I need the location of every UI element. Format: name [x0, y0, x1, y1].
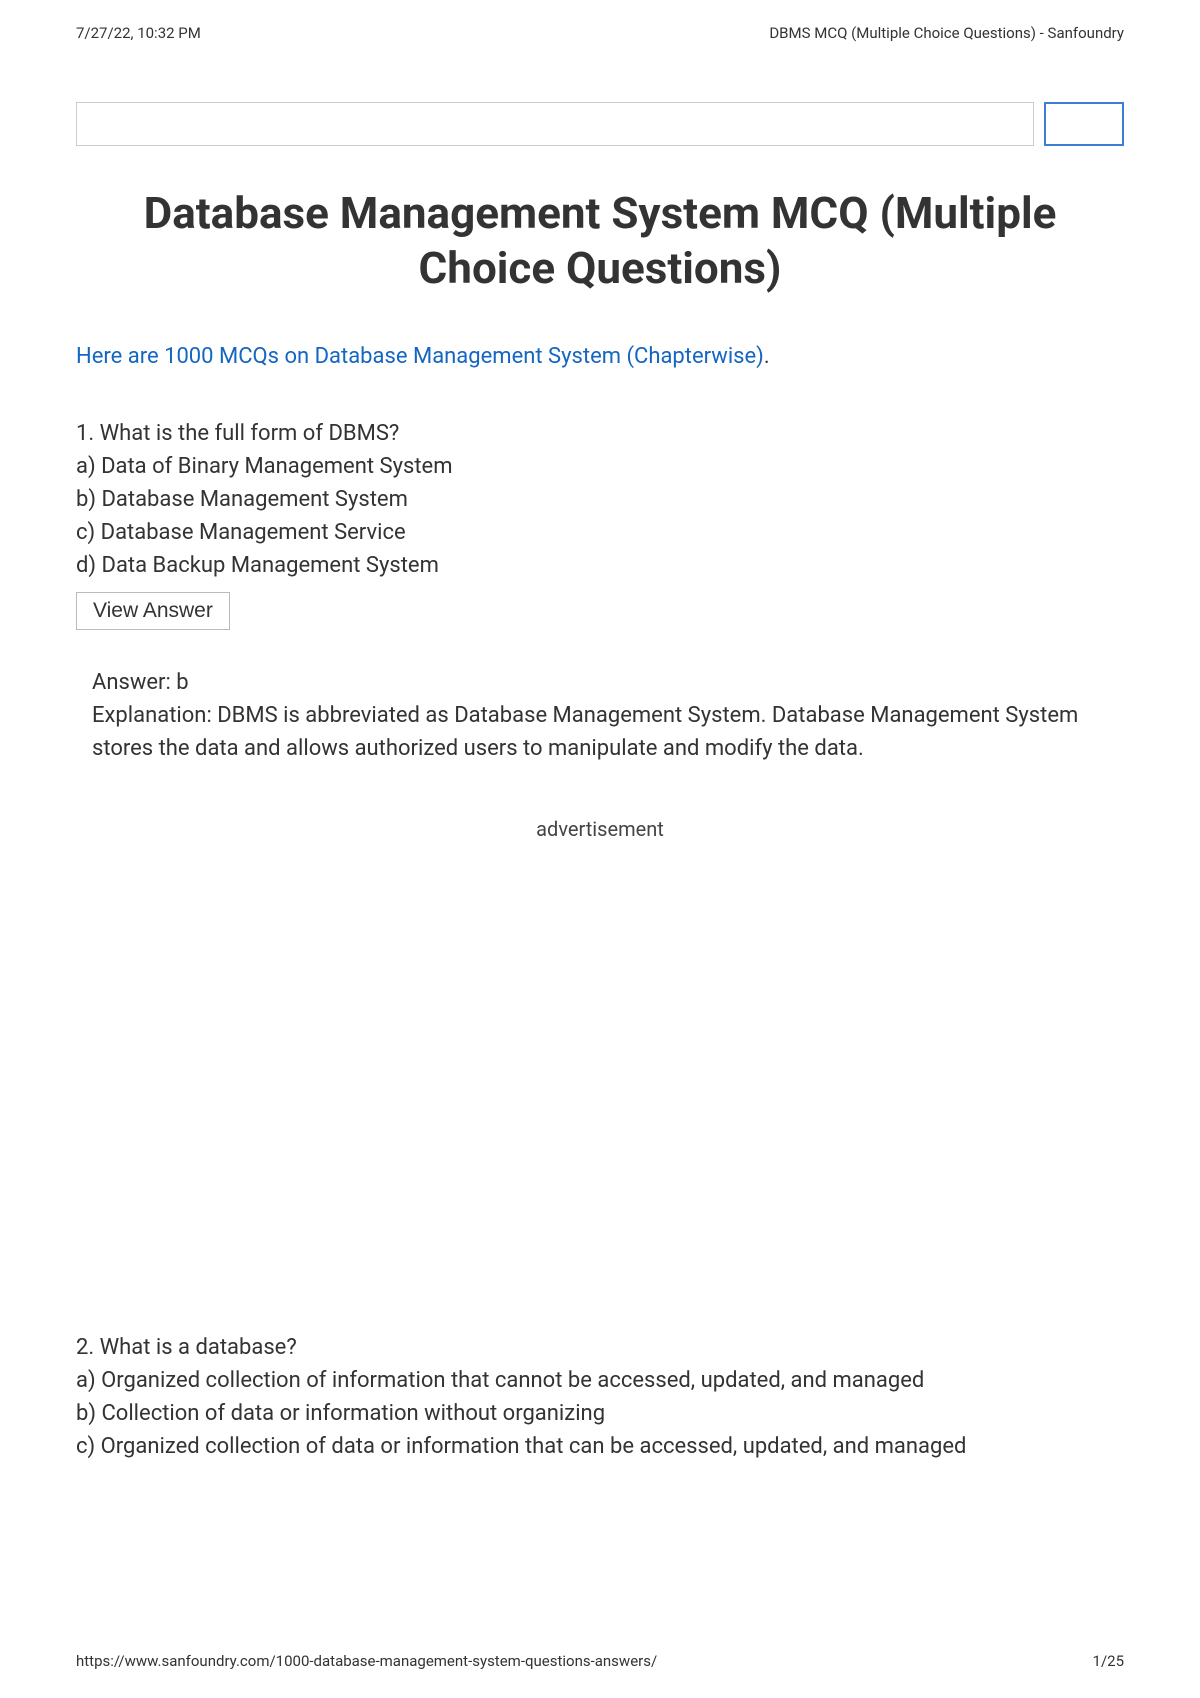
search-row: [76, 102, 1124, 146]
q1-answer: Answer: b: [92, 666, 1124, 699]
page-title: Database Management System MCQ (Multiple…: [76, 186, 1124, 296]
q2-question: 2. What is a database?: [76, 1331, 1124, 1364]
q1-option-b: b) Database Management System: [76, 483, 1124, 516]
q1-explanation: Explanation: DBMS is abbreviated as Data…: [92, 699, 1124, 765]
footer-url: https://www.sanfoundry.com/1000-database…: [76, 1652, 657, 1670]
search-input[interactable]: [76, 102, 1034, 146]
print-header: 7/27/22, 10:32 PM DBMS MCQ (Multiple Cho…: [0, 0, 1200, 42]
question-1: 1. What is the full form of DBMS? a) Dat…: [76, 417, 1124, 765]
q1-option-a: a) Data of Binary Management System: [76, 450, 1124, 483]
q2-option-c: c) Organized collection of data or infor…: [76, 1430, 1124, 1463]
print-timestamp: 7/27/22, 10:32 PM: [76, 24, 201, 42]
view-answer-button[interactable]: View Answer: [76, 592, 230, 630]
q2-option-a: a) Organized collection of information t…: [76, 1364, 1124, 1397]
q1-question: 1. What is the full form of DBMS?: [76, 417, 1124, 450]
advertisement-label: advertisement: [76, 817, 1124, 841]
q2-option-b: b) Collection of data or information wit…: [76, 1397, 1124, 1430]
search-button[interactable]: [1044, 102, 1124, 146]
question-2: 2. What is a database? a) Organized coll…: [76, 1331, 1124, 1463]
q1-answer-block: Answer: b Explanation: DBMS is abbreviat…: [92, 666, 1124, 765]
print-footer: https://www.sanfoundry.com/1000-database…: [76, 1652, 1124, 1670]
intro-trailing: .: [764, 344, 770, 369]
footer-page-number: 1/25: [1093, 1652, 1124, 1670]
q1-option-d: d) Data Backup Management System: [76, 549, 1124, 582]
intro-text: Here are 1000 MCQs on Database Managemen…: [76, 344, 1124, 369]
q1-option-c: c) Database Management Service: [76, 516, 1124, 549]
chapterwise-link[interactable]: Here are 1000 MCQs on Database Managemen…: [76, 344, 764, 369]
main-content: Database Management System MCQ (Multiple…: [0, 186, 1200, 1463]
print-doc-title: DBMS MCQ (Multiple Choice Questions) - S…: [769, 24, 1124, 42]
